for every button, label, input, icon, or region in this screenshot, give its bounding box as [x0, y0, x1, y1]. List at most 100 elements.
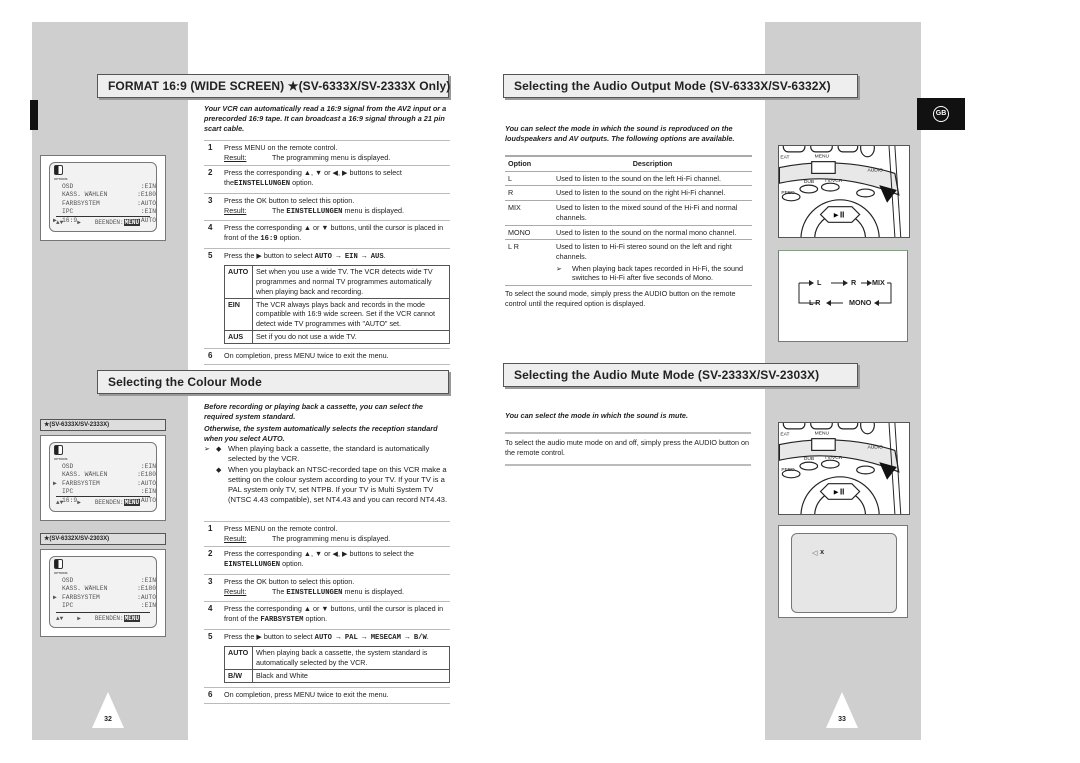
- step-number: 5: [208, 250, 213, 260]
- note-item: When you playback an NTSC-recorded tape …: [228, 464, 448, 505]
- cycle-r: R: [851, 278, 857, 287]
- step-text: Press the ▶ button to select: [224, 631, 315, 641]
- osd-menu-row: ▶ FARBSYSTEM:AUTO: [53, 593, 156, 601]
- tv-screen-illustration: ◁ x: [778, 525, 908, 618]
- osd-menu-row: ▶ FARBSYSTEM:AUTO: [53, 479, 156, 487]
- svg-text:►II: ►II: [832, 487, 844, 496]
- option-description: Set if you do not use a wide TV.: [252, 329, 450, 344]
- note-item: When playing back a cassette, the standa…: [228, 444, 430, 464]
- step-item: 1 Press MENU on the remote control. Result…: [204, 521, 450, 546]
- step-number: 6: [208, 689, 213, 699]
- cycle-mix: MIX: [872, 278, 885, 287]
- step-item: 2 Press the corresponding ▲, ▼ or ◀, ▶ bu…: [204, 546, 450, 573]
- option-key: EIN: [224, 297, 253, 331]
- option-key: AUTO: [224, 646, 253, 670]
- option-key: B/W: [224, 668, 253, 683]
- result-label: Result:: [224, 152, 247, 162]
- audio-output-instruction: To select the sound mode, simply press t…: [505, 289, 736, 308]
- options-icon: OPTIONS: [50, 557, 156, 577]
- audio-cycle-diagram: L R MIX MONO L R: [778, 250, 908, 342]
- step-text: Press the corresponding ▲ or ▼ buttons, …: [224, 604, 444, 624]
- cursor-icon: ▶: [53, 479, 57, 487]
- table-row: AUTO When playing back a cassette, the sy…: [224, 646, 450, 670]
- description-cell: Used to listen to the mixed sound of the…: [556, 203, 738, 222]
- step-text-end: .: [426, 631, 429, 641]
- step-item: 1 Press MENU on the remote control. Result…: [204, 140, 450, 165]
- step-option-name: FARBSYSTEM: [260, 616, 304, 625]
- language-badge: GB: [933, 106, 949, 122]
- step-item: 4 Press the corresponding ▲ or ▼ buttons,…: [204, 220, 450, 247]
- format-section-title: FORMAT 16:9 (WIDE SCREEN) ★(SV-6333X/SV-…: [97, 74, 450, 99]
- table-row: B/W Black and White: [224, 668, 450, 683]
- step-text: Press MENU on the remote control.: [224, 143, 338, 152]
- cycle-arrows: [798, 280, 892, 306]
- svg-text:►II: ►II: [832, 210, 844, 219]
- step-number: 6: [208, 350, 213, 360]
- note-arrow-icon: ➢: [556, 263, 563, 273]
- result-text: The EINSTELLUNGEN menu is displayed.: [272, 586, 404, 597]
- language-tab: GB: [917, 98, 965, 130]
- osd-footer: ▲▼ ▶ BEENDEN:MENU: [56, 495, 150, 507]
- step-option-name: AUTO → PAL → MESECAM → B/W: [314, 633, 427, 642]
- step-option-name: 16:9: [260, 235, 278, 244]
- step-number: 4: [208, 604, 213, 614]
- colour-steps: 1 Press MENU on the remote control. Result…: [204, 521, 450, 705]
- step-item: 2 Press the corresponding ▲, ▼ or ◀, ▶ bu…: [204, 165, 450, 192]
- tv-screen: ◁ x: [791, 533, 897, 613]
- option-cell: R: [505, 185, 553, 202]
- bullet-icon: ◆: [216, 464, 222, 474]
- osd-menu-16-9: OPTIONS OSD:EIN KASS. WÄHLEN:E180 FARBSYSTE…: [40, 155, 166, 241]
- description-cell: Used to listen to the sound on the norma…: [556, 227, 737, 237]
- audio-mute-title: Selecting the Audio Mute Mode (SV-2333X/…: [503, 363, 858, 388]
- option-cell: MIX: [505, 200, 553, 226]
- section-tab-marker: [30, 100, 38, 130]
- osd-menu-colour-a: OPTIONS OSD:EIN KASS. WÄHLEN:E180 ▶ FARBSYST…: [40, 435, 166, 521]
- step-text-end: option.: [290, 178, 314, 188]
- step-text-end: option.: [303, 614, 328, 624]
- step-number: 3: [208, 576, 213, 586]
- note-arrow-icon: ➢: [204, 444, 211, 453]
- option-key: AUS: [224, 329, 253, 344]
- option-description: Set when you use a wide TV. The VCR dete…: [252, 265, 450, 299]
- cycle-lr: L R: [809, 298, 821, 307]
- step-number: 2: [208, 168, 213, 178]
- step-item: 6 On completion, press MENU twice to exit…: [204, 686, 450, 704]
- model-label-b: ★(SV-6332X/SV-2303X): [40, 533, 166, 546]
- colour-notes: ➢ ◆ When playing back a cassette, the stan…: [204, 444, 450, 506]
- step-text-end: .: [383, 250, 386, 260]
- audio-options-table: Option Description L Used to listen to the…: [505, 154, 752, 287]
- bullet-icon: ◆: [216, 444, 222, 453]
- mute-indicator: x: [820, 549, 825, 557]
- options-table: AUTO When playing back a cassette, the sy…: [224, 646, 450, 683]
- osd-menu-row: KASS. WÄHLEN:E180: [62, 471, 156, 479]
- step-number: 4: [208, 223, 213, 233]
- table-row: EIN The VCR always plays back and records…: [224, 297, 450, 331]
- table-row: MIX Used to listen to the mixed sound of …: [505, 200, 752, 226]
- option-key: AUTO: [224, 265, 253, 299]
- osd-menu-row: IPC:EIN: [62, 602, 156, 610]
- step-text-end: option.: [280, 559, 304, 569]
- osd-menu-row: FARBSYSTEM:AUTO: [62, 199, 156, 207]
- cursor-icon: ▶: [53, 593, 57, 601]
- remote-control-illustration: EAT MENUAUDIO DUB TV/VCR PEED ►II: [778, 415, 910, 556]
- column-header-description: Description: [553, 154, 752, 172]
- option-cell: L R: [505, 239, 553, 287]
- option-description: The VCR always plays back and records in…: [252, 297, 450, 331]
- step-text: Press the ▶ button to select: [224, 250, 315, 260]
- remote-control-illustration: EAT MENUAUDIO DUB TV/VCR PEED ►II: [778, 138, 910, 279]
- step-text: Press MENU on the remote control.: [224, 524, 338, 533]
- result-text: The programming menu is displayed.: [272, 533, 391, 543]
- step-number: 2: [208, 549, 213, 559]
- step-text-end: option.: [277, 233, 302, 243]
- osd-footer: ▲▼ ▶ BEENDEN:MENU: [56, 215, 150, 227]
- page-number: 33: [838, 716, 846, 723]
- step-text: Press the corresponding ▲, ▼ or ◀, ▶ but…: [224, 549, 414, 559]
- cycle-mono: MONO: [849, 298, 872, 307]
- table-row: L Used to listen to the sound on the left…: [505, 171, 752, 187]
- options-table: AUTO Set when you use a wide TV. The VCR …: [224, 265, 450, 344]
- options-icon: OPTIONS: [50, 443, 156, 463]
- step-item: 3 Press the OK button to select this opti…: [204, 573, 450, 601]
- table-row: R Used to listen to the sound on the righ…: [505, 185, 752, 202]
- model-label-a: ★(SV-6333X/SV-2333X): [40, 419, 166, 432]
- format-steps: 1 Press MENU on the remote control. Result…: [204, 140, 450, 366]
